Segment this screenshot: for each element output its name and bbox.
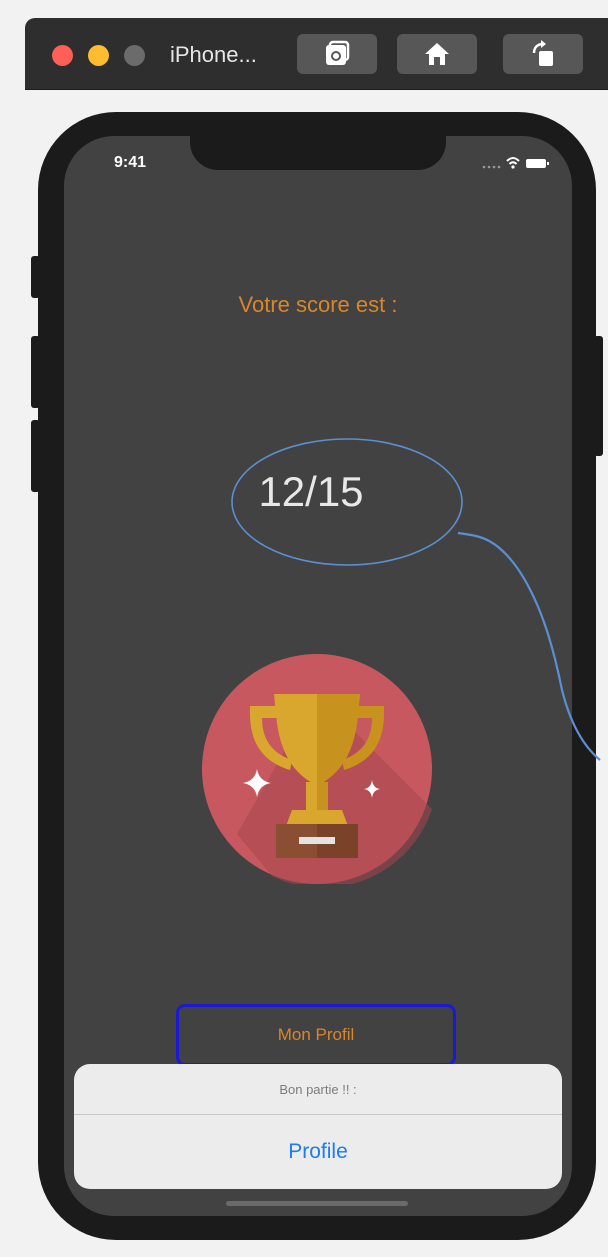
action-sheet: Bon partie !! : Profile <box>74 1064 562 1189</box>
window-title: iPhone... <box>170 42 257 67</box>
trophy-icon <box>202 654 432 884</box>
home-button[interactable] <box>397 34 477 74</box>
wifi-icon <box>506 157 520 169</box>
simulator-stage: iPhone... 9:41 Votre score est: 12/15 M… <box>0 0 608 1257</box>
score-label: Votre score est : <box>238 292 398 317</box>
device-notch <box>190 136 446 170</box>
rotate-button[interactable] <box>503 34 583 74</box>
screenshot-button[interactable] <box>297 34 377 74</box>
close-window-button[interactable] <box>52 45 73 66</box>
battery-icon <box>526 159 549 168</box>
cellular-signal-icon <box>482 165 501 169</box>
zoom-window-button[interactable] <box>124 45 145 66</box>
action-sheet-title: Bon partie !! : <box>74 1064 562 1115</box>
app-screen: 9:41 Votre score est : 12/15 Mon Profil … <box>64 136 572 1216</box>
minimize-window-button[interactable] <box>88 45 109 66</box>
score-value: 12/15 <box>258 468 364 515</box>
home-indicator <box>226 1201 408 1206</box>
home-icon <box>425 43 449 65</box>
mon-profil-button[interactable]: Mon Profil <box>176 1004 456 1066</box>
profile-action-button[interactable]: Profile <box>74 1115 562 1189</box>
status-indicators <box>482 157 549 169</box>
status-time: 9:41 <box>114 154 147 171</box>
screenshot-icon <box>326 40 350 65</box>
rotate-icon <box>532 40 553 66</box>
